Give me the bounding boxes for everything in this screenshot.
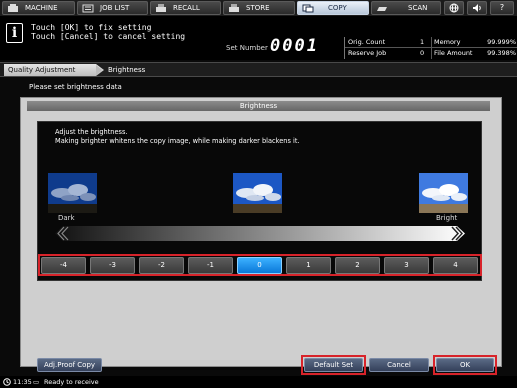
adj-proof-copy-button[interactable]: Adj.Proof Copy <box>37 358 102 372</box>
file-amount-value: 99.398% <box>487 49 516 57</box>
status-bar: 11:35 ▭ Ready to receive <box>0 376 517 388</box>
message-line-2: Touch [Cancel] to cancel setting <box>31 32 186 41</box>
status-row-2: Reserve Job 0 File Amount 99.398% <box>345 48 517 59</box>
status-time: 11:35 <box>13 378 32 386</box>
language-button[interactable] <box>444 1 464 15</box>
tab-store[interactable]: STORE <box>223 1 295 15</box>
network-icon: ▭ <box>33 378 40 386</box>
tab-recall[interactable]: RECALL <box>150 1 221 15</box>
level-button[interactable]: 2 <box>335 257 380 274</box>
tab-machine-label: MACHINE <box>25 4 58 12</box>
tab-scan-label: SCAN <box>408 4 428 12</box>
store-icon <box>229 4 239 12</box>
dark-label: Dark <box>58 214 75 222</box>
volume-button[interactable] <box>467 1 487 15</box>
file-amount-label: File Amount <box>431 48 473 59</box>
tab-job-list-label: JOB LIST <box>100 4 130 12</box>
info-icon: i <box>6 23 23 43</box>
level-button[interactable]: -4 <box>41 257 86 274</box>
memory-value: 99.999% <box>487 38 516 46</box>
breadcrumb-brightness: Brightness <box>108 66 146 74</box>
level-button[interactable]: -2 <box>139 257 184 274</box>
tab-copy[interactable]: COPY <box>297 1 369 15</box>
copy-icon <box>302 4 314 13</box>
bright-label: Bright <box>436 214 458 222</box>
tab-recall-label: RECALL <box>173 4 200 12</box>
globe-icon <box>449 3 459 13</box>
orig-count-value: 1 <box>420 38 425 46</box>
level-button[interactable]: 0 <box>237 257 282 274</box>
status-text: Ready to receive <box>44 378 99 386</box>
description-line-1: Adjust the brightness. <box>55 128 128 136</box>
message-area: i Touch [OK] to fix setting Touch [Cance… <box>0 16 517 60</box>
job-list-icon <box>82 4 94 13</box>
ok-button[interactable]: OK <box>436 358 494 372</box>
cancel-button[interactable]: Cancel <box>369 358 429 372</box>
help-label: ? <box>499 3 505 12</box>
level-button[interactable]: -1 <box>188 257 233 274</box>
memory-label: Memory <box>431 37 460 48</box>
clock-icon <box>3 378 11 386</box>
instruction-text: Please set brightness data <box>29 83 122 91</box>
speaker-icon <box>473 4 481 12</box>
breadcrumb-quality-adjustment[interactable]: Quality Adjustment <box>4 64 104 76</box>
tab-machine[interactable]: MACHINE <box>2 1 75 15</box>
level-button[interactable]: 3 <box>384 257 429 274</box>
help-button[interactable]: ? <box>490 1 514 15</box>
preview-dark-image <box>48 173 97 213</box>
tab-scan[interactable]: SCAN <box>371 1 441 15</box>
brightness-gradient-bar <box>55 226 465 241</box>
description-line-2: Making brighter whitens the copy image, … <box>55 137 300 145</box>
default-set-button[interactable]: Default Set <box>304 358 363 372</box>
level-button[interactable]: -3 <box>90 257 135 274</box>
breadcrumb: Quality Adjustment Brightness <box>0 62 517 77</box>
breadcrumb-arrow-icon <box>96 65 102 75</box>
reserve-job-label: Reserve Job <box>348 49 387 57</box>
reserve-job-value: 0 <box>420 49 425 57</box>
tab-job-list[interactable]: JOB LIST <box>77 1 148 15</box>
machine-icon <box>8 4 18 12</box>
tab-store-label: STORE <box>246 4 270 12</box>
preview-normal-image <box>233 173 282 213</box>
set-number-value: 0001 <box>270 36 319 56</box>
tab-copy-label: COPY <box>328 4 347 12</box>
level-button[interactable]: 4 <box>433 257 478 274</box>
preview-bright-image <box>419 173 468 213</box>
counter-status: Orig. Count 1 Memory 99.999% Reserve Job… <box>344 37 517 59</box>
status-row-1: Orig. Count 1 Memory 99.999% <box>345 37 517 48</box>
level-button[interactable]: 1 <box>286 257 331 274</box>
orig-count-label: Orig. Count <box>348 38 386 46</box>
scan-icon <box>377 7 387 11</box>
recall-icon <box>156 4 166 12</box>
top-tab-bar: MACHINE JOB LIST RECALL STORE COPY SCAN … <box>0 0 517 16</box>
message-line-1: Touch [OK] to fix setting <box>31 23 152 32</box>
panel-title: Brightness <box>27 101 490 111</box>
set-number-label: Set Number <box>226 44 268 52</box>
